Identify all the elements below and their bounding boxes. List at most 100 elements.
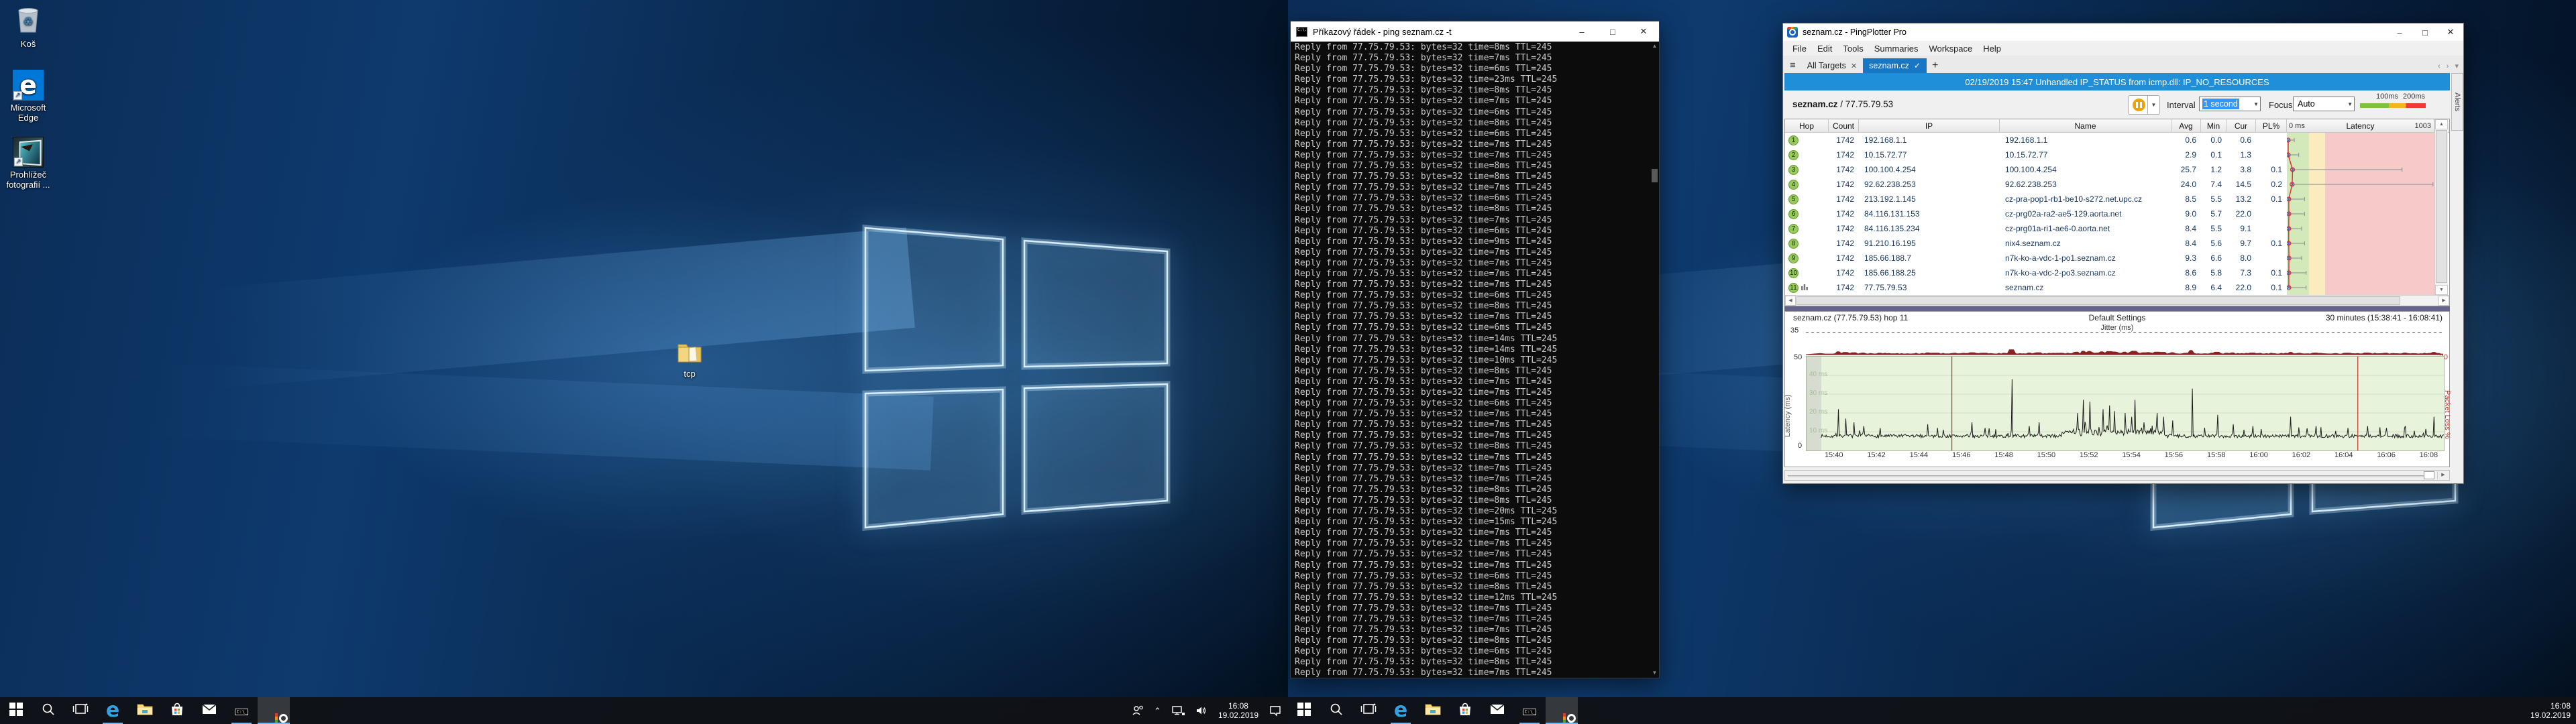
column-header-count[interactable]: Count [1829, 119, 1859, 133]
scroll-down-icon[interactable]: ▼ [1650, 668, 1659, 678]
taskbar-clock[interactable]: 16:08 19.02.2019 [2530, 701, 2571, 720]
tray-expand-icon[interactable]: ⌃ [1154, 706, 1161, 717]
taskbar-button-search[interactable] [32, 697, 64, 724]
cell-ip: 77.75.79.53 [1859, 280, 2000, 295]
pingplotter-titlebar[interactable]: seznam.cz - PingPlotter Pro – □ ✕ [1783, 23, 2463, 41]
menu-tools[interactable]: Tools [1837, 44, 1868, 54]
column-header-hop[interactable]: Hop [1785, 119, 1829, 133]
scrollbar-thumb[interactable] [2436, 130, 2447, 283]
scroll-left-icon[interactable]: ◀ [1785, 296, 1796, 306]
cell-count: 1742 [1829, 192, 1859, 206]
taskbar-button-task-view[interactable] [1352, 697, 1385, 724]
grid-label-10ms: 10 ms [1809, 427, 1827, 434]
table-vertical-scrollbar[interactable]: ▲ ▼ [2434, 119, 2448, 295]
cmd-output-line: Reply from 77.75.79.53: bytes=32 time=6m… [1295, 129, 1650, 139]
hop-number-badge: 6 [1788, 209, 1799, 219]
tab-nav-arrows[interactable]: ‹ › ▾ [2438, 62, 2461, 70]
new-tab-button[interactable]: + [1927, 60, 1943, 73]
maximize-button[interactable]: □ [2412, 23, 2438, 41]
menu-icon[interactable]: ≡ [1783, 60, 1801, 73]
svg-text:♻: ♻ [23, 15, 33, 28]
taskbar-button-mail[interactable] [1481, 697, 1513, 724]
cmd-output-line: Reply from 77.75.79.53: bytes=32 time=6m… [1295, 226, 1650, 237]
close-button[interactable]: ✕ [2438, 23, 2463, 41]
cmd-scrollbar[interactable]: ▲ ▼ [1650, 42, 1659, 678]
table-horizontal-scrollbar[interactable]: ◀ ▶ [1785, 295, 2449, 306]
focus-select[interactable]: Auto ▼ [2293, 97, 2355, 111]
cmd-output-line: Reply from 77.75.79.53: bytes=32 time=7m… [1295, 452, 1650, 463]
x-axis-ticks: 15:4015:4215:4415:4615:4815:5015:5215:54… [1785, 451, 2449, 462]
taskbar-button-edge[interactable]: e [97, 697, 129, 724]
taskbar-button-file-explorer[interactable] [129, 697, 161, 724]
taskbar-button-cmd[interactable]: C:\_ [225, 697, 258, 724]
network-icon[interactable] [1171, 705, 1185, 717]
desktop-icon-tcp-folder[interactable]: tcp [661, 341, 718, 379]
taskbar-button-cmd[interactable]: C:\_ [1513, 697, 1546, 724]
menu-file[interactable]: File [1787, 44, 1812, 54]
taskbar-button-file-explorer[interactable] [1417, 697, 1449, 724]
action-center-icon[interactable] [1269, 705, 1282, 717]
minimize-button[interactable]: – [2387, 23, 2412, 41]
cell-pl: 0.1 [2256, 236, 2287, 251]
alerts-side-tab[interactable]: Alerts [2451, 73, 2463, 131]
close-button[interactable]: ✕ [1628, 21, 1659, 42]
menu-edit[interactable]: Edit [1812, 44, 1837, 54]
column-header-avg[interactable]: Avg [2171, 119, 2201, 133]
tab-all-targets[interactable]: All Targets ✕ [1801, 58, 1863, 73]
column-header-latency[interactable]: 0 msLatency1003 [2287, 119, 2434, 133]
desktop-icon-edge[interactable]: e ↗ Microsoft Edge [0, 70, 56, 123]
menu-workspace[interactable]: Workspace [1923, 44, 1978, 54]
taskbar-button-task-view[interactable] [64, 697, 97, 724]
taskbar-button-search[interactable] [1320, 697, 1352, 724]
taskbar-button-store[interactable] [1449, 697, 1481, 724]
cmd-output-line: Reply from 77.75.79.53: bytes=32 time=9m… [1295, 237, 1650, 247]
scroll-right-icon[interactable]: ▶ [2438, 296, 2449, 306]
cell-cur: 3.8 [2226, 162, 2256, 177]
scroll-right-icon[interactable]: ▶ [2437, 471, 2449, 479]
tab-seznam-cz[interactable]: seznam.cz ✓ [1863, 58, 1927, 73]
graph-title-timespan: 30 minutes (15:38:41 - 16:08:41) [2326, 313, 2443, 322]
menu-summaries[interactable]: Summaries [1869, 44, 1924, 54]
desktop-icon-label: Prohlížeč fotografií ... [0, 170, 56, 190]
interval-label: Interval [2167, 100, 2196, 110]
desktop: ♻ Koš e ↗ Microsoft Edge ↗ Prohlížeč fot… [0, 0, 2576, 724]
close-tab-icon[interactable]: ✕ [1851, 62, 1857, 70]
taskbar-button-store[interactable] [161, 697, 193, 724]
column-header-pl[interactable]: PL% [2256, 119, 2287, 133]
alert-banner[interactable]: 02/19/2019 15:47 Unhandled IP_STATUS fro… [1784, 73, 2450, 90]
desktop-icon-recycle-bin[interactable]: ♻ Koš [0, 5, 56, 49]
timeline-scrollbar[interactable]: ▶ [1784, 470, 2450, 481]
column-header-name[interactable]: Name [2000, 119, 2171, 133]
taskbar-button-pingplotter[interactable] [1546, 697, 1578, 724]
jitter-plot [1806, 324, 2443, 356]
scrollbar-thumb[interactable] [1796, 296, 2400, 305]
cmd-output-line: Reply from 77.75.79.53: bytes=32 time=7m… [1295, 549, 1650, 560]
taskbar-button-pingplotter[interactable] [258, 697, 290, 724]
taskbar-clock[interactable]: 16:08 19.02.2019 [1218, 701, 1258, 720]
desktop-icon-photo-viewer[interactable]: ↗ Prohlížeč fotografií ... [0, 137, 56, 190]
taskbar-button-start[interactable] [0, 697, 32, 724]
column-header-min[interactable]: Min [2201, 119, 2226, 133]
scrollbar-thumb[interactable] [1652, 169, 1658, 182]
scroll-up-icon[interactable]: ▲ [1650, 42, 1659, 51]
interval-select[interactable]: 1 second ▼ [2199, 97, 2261, 111]
minimize-button[interactable]: – [1566, 21, 1597, 42]
menu-help[interactable]: Help [1978, 44, 2006, 54]
pause-dropdown-button[interactable]: ▼ [2147, 95, 2160, 115]
cell-hop: 10 [1785, 265, 1829, 280]
volume-icon[interactable] [1195, 705, 1208, 717]
cmd-titlebar[interactable]: C:\. Příkazový řádek - ping seznam.cz -t… [1291, 21, 1659, 42]
column-header-ip[interactable]: IP [1859, 119, 2000, 133]
scroll-up-icon[interactable]: ▲ [2435, 119, 2448, 129]
taskbar-button-mail[interactable] [193, 697, 225, 724]
people-icon[interactable] [1131, 705, 1144, 717]
taskbar-button-edge[interactable]: e [1385, 697, 1417, 724]
taskbar-button-start[interactable] [1288, 697, 1320, 724]
pane-splitter[interactable] [1784, 306, 2450, 311]
hop-number-badge: 4 [1788, 180, 1799, 190]
column-header-cur[interactable]: Cur [2226, 119, 2256, 133]
maximize-button[interactable]: □ [1597, 21, 1628, 42]
scroll-down-icon[interactable]: ▼ [2435, 285, 2448, 295]
pause-button[interactable] [2128, 95, 2149, 115]
scrollbar-thumb[interactable] [2424, 471, 2434, 479]
